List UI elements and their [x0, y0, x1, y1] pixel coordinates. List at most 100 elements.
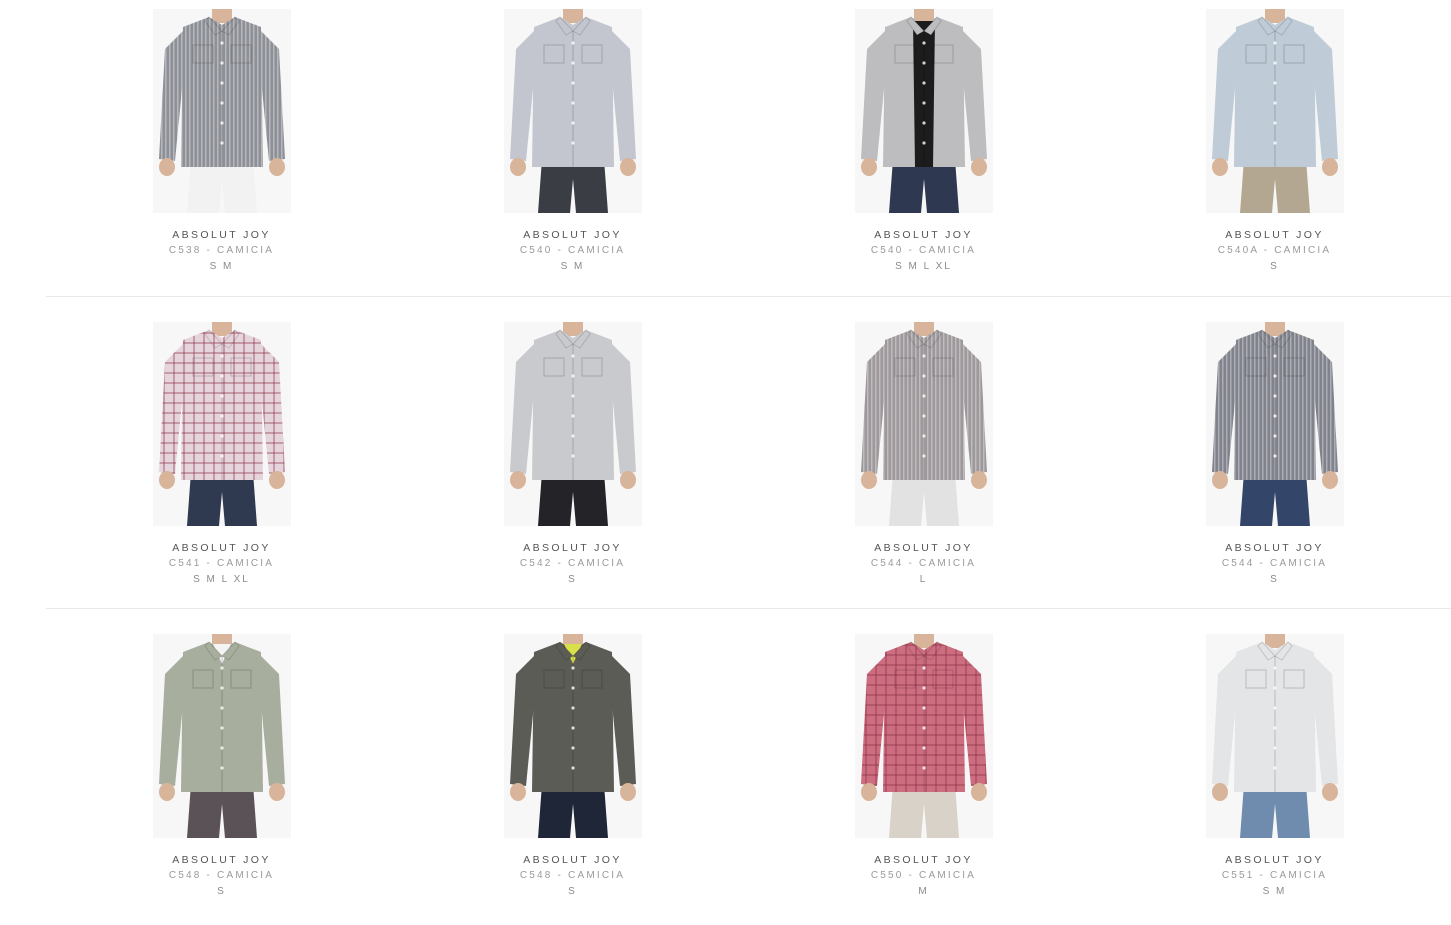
- shirt-button: [570, 394, 575, 398]
- shirt-button: [1272, 141, 1277, 145]
- shirt-button: [570, 121, 575, 125]
- product-row: ABSOLUT JOY C548 - CAMICIA S ABSOLUT JOY…: [0, 625, 1451, 925]
- left-hand: [1211, 158, 1228, 176]
- right-sleeve: [611, 31, 636, 161]
- product-sizes: M: [918, 886, 929, 897]
- product-card[interactable]: ABSOLUT JOY C548 - CAMICIA S: [46, 625, 397, 915]
- left-hand: [860, 471, 877, 489]
- product-card[interactable]: ABSOLUT JOY C542 - CAMICIA S: [397, 313, 748, 603]
- product-image[interactable]: [854, 322, 993, 526]
- pants: [888, 472, 959, 526]
- product-model: C540 - CAMICIA: [870, 245, 977, 256]
- product-card[interactable]: ABSOLUT JOY C550 - CAMICIA M: [748, 625, 1099, 915]
- shirt-button: [219, 354, 224, 358]
- product-image[interactable]: [1205, 634, 1344, 838]
- shirt-button: [1272, 394, 1277, 398]
- shirt-button: [219, 454, 224, 458]
- product-model: C544 - CAMICIA: [870, 558, 977, 569]
- shirt-button: [1272, 746, 1277, 750]
- shirt-button: [570, 766, 575, 770]
- shirt-button: [921, 706, 926, 710]
- product-card[interactable]: ABSOLUT JOY C540A - CAMICIA S: [1099, 0, 1450, 290]
- shirt-button: [1272, 686, 1277, 690]
- right-sleeve: [260, 656, 285, 786]
- product-image[interactable]: [503, 634, 642, 838]
- left-sleeve: [1211, 344, 1236, 474]
- right-sleeve: [1313, 656, 1338, 786]
- shirt-button: [1272, 81, 1277, 85]
- shirt-button: [570, 706, 575, 710]
- product-card[interactable]: ABSOLUT JOY C541 - CAMICIA S M L XL: [46, 313, 397, 603]
- right-sleeve: [962, 656, 987, 786]
- shirt-button: [219, 41, 224, 45]
- product-card[interactable]: ABSOLUT JOY C540 - CAMICIA S M L XL: [748, 0, 1099, 290]
- pants: [1239, 784, 1310, 838]
- product-image[interactable]: [152, 9, 291, 213]
- product-image[interactable]: [503, 322, 642, 526]
- product-model: C538 - CAMICIA: [168, 245, 275, 256]
- product-sizes: S M L XL: [895, 261, 952, 272]
- product-card[interactable]: ABSOLUT JOY C548 - CAMICIA S: [397, 625, 748, 915]
- product-card[interactable]: ABSOLUT JOY C544 - CAMICIA L: [748, 313, 1099, 603]
- product-brand: ABSOLUT JOY: [172, 542, 271, 554]
- pants: [888, 784, 959, 838]
- right-hand: [619, 783, 636, 801]
- right-hand: [970, 783, 987, 801]
- left-hand: [509, 471, 526, 489]
- left-hand: [509, 158, 526, 176]
- product-sizes: S: [568, 574, 577, 585]
- shirt-button: [219, 746, 224, 750]
- shirt-button: [219, 686, 224, 690]
- right-hand: [970, 471, 987, 489]
- product-image[interactable]: [503, 9, 642, 213]
- right-sleeve: [260, 344, 285, 474]
- shirt-button: [921, 121, 926, 125]
- left-sleeve: [860, 656, 885, 786]
- product-image[interactable]: [854, 9, 993, 213]
- product-card[interactable]: ABSOLUT JOY C544 - CAMICIA S: [1099, 313, 1450, 603]
- shirt-button: [570, 434, 575, 438]
- left-hand: [158, 783, 175, 801]
- product-illustration: [509, 322, 636, 526]
- right-hand: [970, 158, 987, 176]
- product-card[interactable]: ABSOLUT JOY C538 - CAMICIA S M: [46, 0, 397, 290]
- product-card[interactable]: ABSOLUT JOY C540 - CAMICIA S M: [397, 0, 748, 290]
- shirt-button: [570, 746, 575, 750]
- product-sizes: S M: [209, 261, 234, 272]
- product-image[interactable]: [152, 322, 291, 526]
- shirt-button: [219, 706, 224, 710]
- right-sleeve: [962, 31, 987, 161]
- shirt-button: [570, 141, 575, 145]
- product-image[interactable]: [1205, 322, 1344, 526]
- product-model: C540 - CAMICIA: [519, 245, 626, 256]
- right-hand: [1321, 471, 1338, 489]
- product-brand: ABSOLUT JOY: [523, 854, 622, 866]
- left-hand: [158, 158, 175, 176]
- shirt-button: [1272, 61, 1277, 65]
- product-model: C550 - CAMICIA: [870, 870, 977, 881]
- product-image[interactable]: [1205, 9, 1344, 213]
- left-sleeve: [158, 31, 183, 161]
- shirt-button: [921, 686, 926, 690]
- shirt-button: [921, 666, 926, 670]
- product-model: C542 - CAMICIA: [519, 558, 626, 569]
- pants: [1239, 472, 1310, 526]
- product-image[interactable]: [854, 634, 993, 838]
- shirt-button: [570, 374, 575, 378]
- product-brand: ABSOLUT JOY: [1225, 542, 1324, 554]
- product-image[interactable]: [152, 634, 291, 838]
- shirt-button: [1272, 726, 1277, 730]
- left-hand: [1211, 783, 1228, 801]
- right-hand: [268, 783, 285, 801]
- product-sizes: S M L XL: [193, 574, 250, 585]
- shirt-button: [1272, 414, 1277, 418]
- product-model: C548 - CAMICIA: [168, 870, 275, 881]
- pants: [1239, 159, 1310, 213]
- shirt-button: [921, 141, 926, 145]
- left-sleeve: [1211, 31, 1236, 161]
- shirt-button: [570, 101, 575, 105]
- shirt-button: [1272, 101, 1277, 105]
- product-brand: ABSOLUT JOY: [874, 542, 973, 554]
- product-card[interactable]: ABSOLUT JOY C551 - CAMICIA S M: [1099, 625, 1450, 915]
- shirt-button: [570, 686, 575, 690]
